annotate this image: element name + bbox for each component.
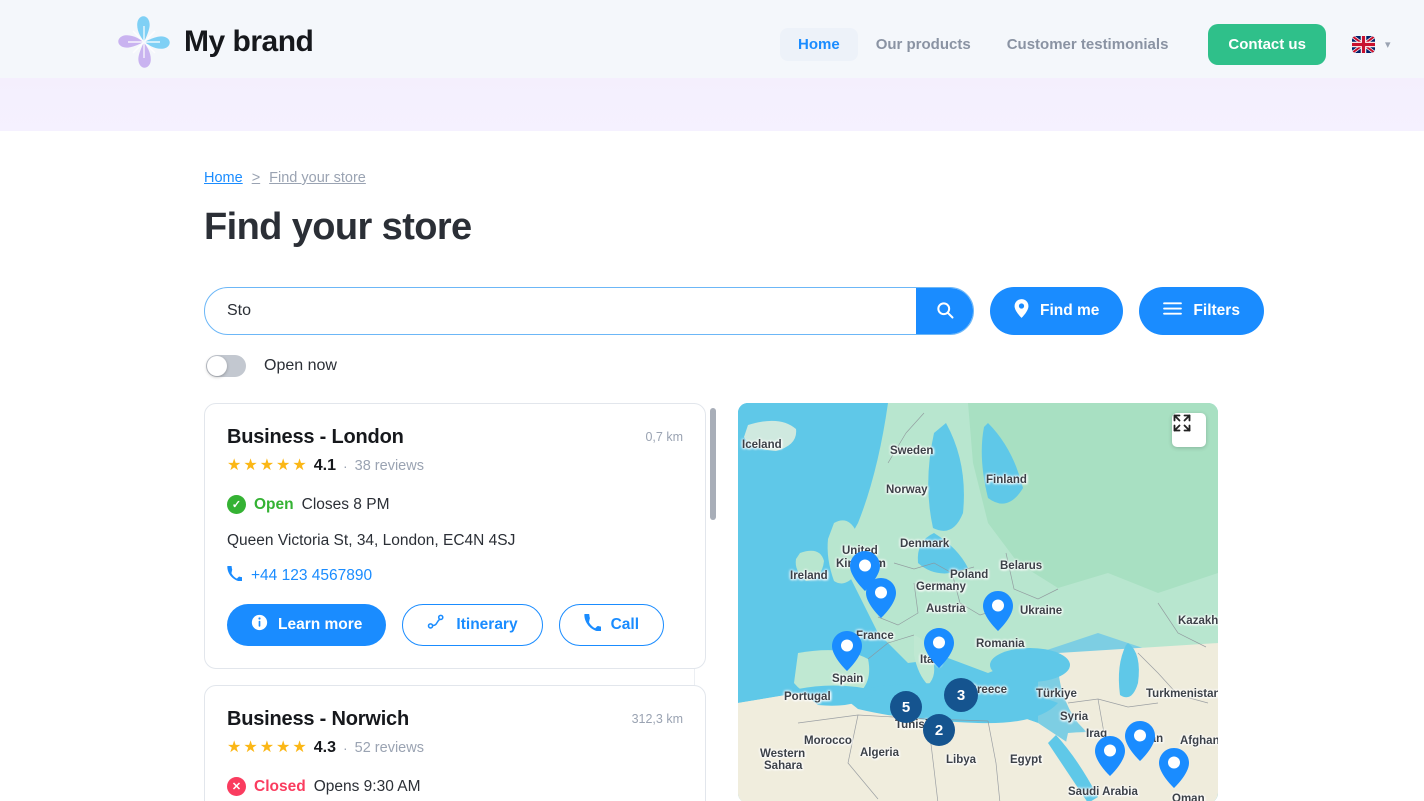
map-cluster-marker[interactable]: 3 (944, 678, 978, 712)
breadcrumb-separator: > (251, 170, 261, 186)
location-pin-icon (1014, 299, 1029, 323)
open-now-toggle[interactable] (206, 355, 246, 377)
itinerary-label: Itinerary (456, 616, 518, 633)
find-me-button[interactable]: Find me (990, 287, 1124, 335)
status-time: Closes 8 PM (301, 495, 390, 513)
search-submit-button[interactable] (916, 288, 973, 334)
status-row: ✕ Closed Opens 9:30 AM (227, 777, 683, 796)
store-phone[interactable]: +44 123 4567890 (251, 567, 372, 585)
phone-icon (227, 565, 244, 586)
scrollbar-thumb[interactable] (710, 408, 716, 520)
page-content: Home > Find your store Find your store S… (0, 131, 1424, 801)
fullscreen-expand-icon[interactable] (1172, 413, 1206, 447)
status-badge: Closed (254, 777, 306, 795)
chevron-down-icon: ▾ (1384, 39, 1391, 51)
results-scrollbar[interactable] (710, 403, 716, 801)
store-name: Business - Norwich (227, 708, 409, 730)
store-distance: 312,3 km (631, 712, 683, 726)
uk-flag-icon (1351, 36, 1375, 53)
search-field-wrapper (204, 287, 974, 335)
store-result-card[interactable]: Business - London 0,7 km ★ ★ ★ ★ ★ 4.1 · 38 … (204, 403, 706, 669)
rating-dot: · (342, 740, 348, 756)
hero-band (0, 78, 1424, 131)
search-icon (935, 300, 955, 323)
learn-more-button[interactable]: Learn more (227, 604, 387, 646)
filters-button[interactable]: Filters (1139, 287, 1264, 335)
nav-item-our-products[interactable]: Our products (858, 28, 989, 61)
results-list: Business - London 0,7 km ★ ★ ★ ★ ★ 4.1 · 38 … (204, 403, 724, 801)
contact-us-button[interactable]: Contact us (1208, 24, 1326, 65)
store-address: Queen Victoria St, 34, London, EC4N 4SJ (227, 532, 516, 549)
flower-logo-icon (118, 16, 170, 68)
card-actions: Learn more Itinerary Call (227, 604, 683, 646)
status-time: Opens 9:30 AM (313, 777, 421, 795)
open-now-label: Open now (264, 357, 337, 374)
rating-value: 4.1 (313, 457, 336, 474)
call-label: Call (610, 616, 640, 633)
open-now-filter: Open now (206, 355, 337, 377)
store-result-card[interactable]: Business - Norwich 312,3 km ★ ★ ★ ★ ★ 4.3 · … (204, 685, 706, 801)
phone-icon (583, 613, 602, 636)
breadcrumb-current[interactable]: Find your store (269, 170, 366, 186)
status-badge: Open (254, 495, 294, 513)
main-nav: Home Our products Customer testimonials … (780, 24, 1390, 65)
brand-name: My brand (184, 25, 314, 58)
store-name: Business - London (227, 426, 404, 448)
rating-dot: · (342, 458, 348, 474)
search-toolbar: Find me Filters (204, 287, 1264, 335)
review-count: 38 reviews (354, 458, 424, 474)
star-rating-icons: ★ ★ ★ ★ ★ (227, 739, 307, 756)
star-rating-icons: ★ ★ ★ ★ ★ (227, 457, 307, 474)
map-cluster-marker[interactable]: 2 (923, 714, 955, 746)
find-your-store-page: My brand Home Our products Customer test… (0, 0, 1424, 801)
rating-row: ★ ★ ★ ★ ★ 4.3 · 52 reviews (227, 739, 683, 757)
review-count: 52 reviews (354, 740, 424, 756)
filters-label: Filters (1193, 302, 1240, 319)
brand-logo[interactable]: My brand (118, 16, 314, 68)
learn-more-label: Learn more (278, 616, 363, 633)
breadcrumb: Home > Find your store (204, 170, 366, 186)
map-cluster-marker[interactable]: 5 (890, 691, 922, 723)
itinerary-button[interactable]: Itinerary (402, 604, 543, 646)
breadcrumb-home-link[interactable]: Home (204, 170, 243, 186)
nav-item-customer-testimonials[interactable]: Customer testimonials (989, 28, 1187, 61)
page-title: Find your store (204, 206, 472, 248)
route-icon (427, 614, 446, 636)
language-selector[interactable]: ▾ (1351, 36, 1391, 53)
x-circle-icon: ✕ (227, 777, 246, 796)
search-input[interactable] (205, 288, 916, 334)
call-button[interactable]: Call (558, 604, 665, 646)
phone-row[interactable]: +44 123 4567890 (227, 565, 683, 586)
check-circle-icon: ✓ (227, 495, 246, 514)
rating-row: ★ ★ ★ ★ ★ 4.1 · 38 reviews (227, 457, 683, 475)
nav-item-home[interactable]: Home (780, 28, 858, 61)
find-me-label: Find me (1040, 302, 1100, 319)
rating-value: 4.3 (313, 739, 336, 756)
hamburger-icon (1163, 301, 1183, 321)
site-header: My brand Home Our products Customer test… (0, 0, 1424, 78)
store-locator-map[interactable]: Iceland Sweden Finland Norway Denmark Un… (738, 403, 1218, 801)
info-icon (251, 614, 268, 636)
toggle-knob (207, 356, 227, 376)
store-distance: 0,7 km (645, 430, 683, 444)
status-row: ✓ Open Closes 8 PM (227, 495, 683, 514)
